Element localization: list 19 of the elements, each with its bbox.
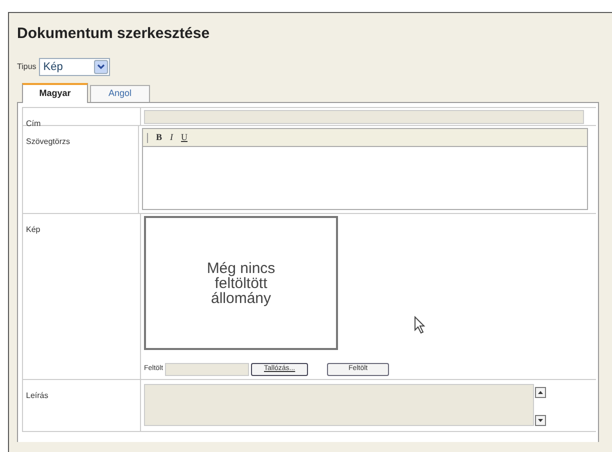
language-tab[interactable]: Angol [90,85,150,102]
type-dropdown[interactable]: Kép [39,58,110,76]
cursor-icon [414,316,426,334]
page-title: Dokumentum szerkesztése [17,24,211,44]
type-label: Tipus [17,61,36,73]
text-input-field[interactable] [144,110,584,124]
underline-button[interactable]: U [181,130,188,144]
rich-text-editor[interactable]: B I U [142,128,588,210]
file-path-field[interactable] [165,363,250,376]
field-label: Kép [26,225,40,234]
scroll-down-button[interactable] [535,415,546,426]
field-label: Szövegtörzs [26,137,70,146]
italic-button[interactable]: I [170,130,174,144]
bold-button[interactable]: B [156,130,162,144]
field-label: Cím [26,119,41,128]
field-label: Leírás [26,391,48,400]
scroll-up-button[interactable] [535,387,546,398]
empty-image-message: Még nincs feltöltött állomány [206,260,276,306]
language-tab[interactable]: Magyar [22,83,88,103]
